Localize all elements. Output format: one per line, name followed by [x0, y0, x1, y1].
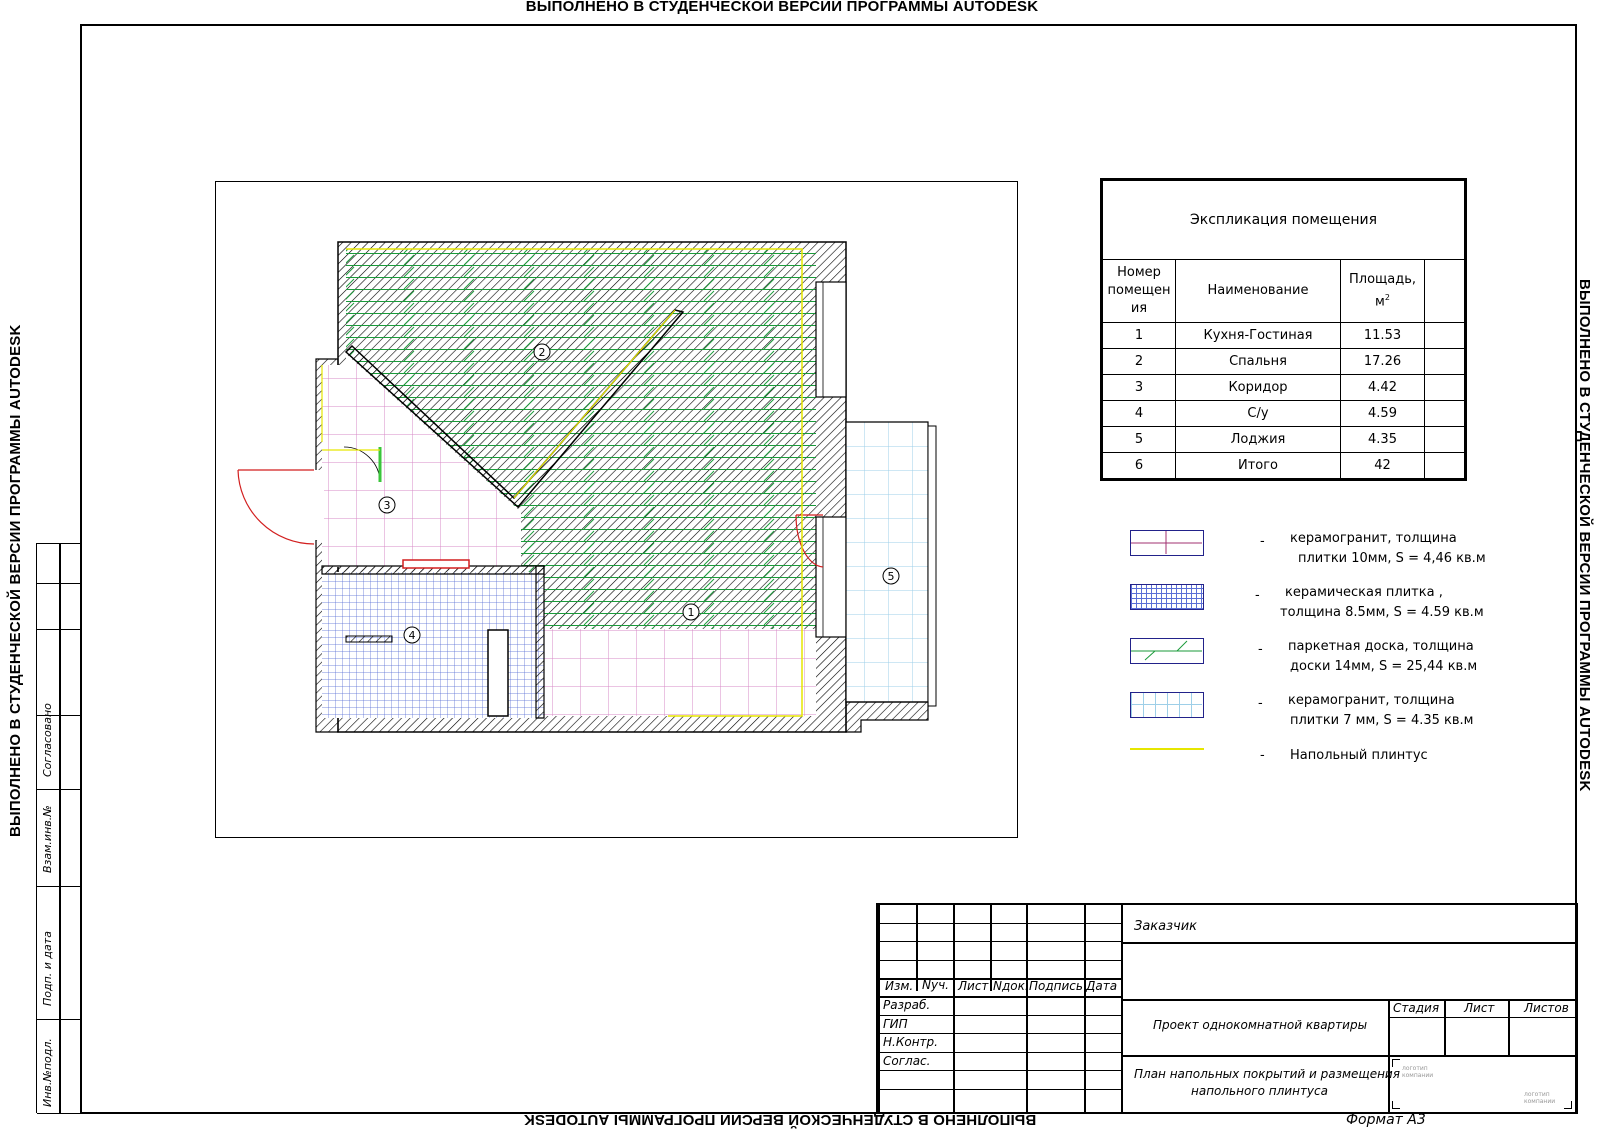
- title-block: Изм. Nуч. Лист Nдок. Подпись Дата Разраб…: [876, 903, 1578, 1114]
- explication-cell-num: 5: [1102, 426, 1176, 453]
- explication-cell-area: 42: [1340, 452, 1425, 479]
- watermark-top: ВЫПОЛНЕНО В СТУДЕНЧЕСКОЙ ВЕРСИИ ПРОГРАММ…: [525, 0, 1039, 15]
- project-name: Проект однокомнатной квартиры: [1153, 1018, 1368, 1032]
- wall-bath-inner: [345, 635, 393, 643]
- swatch-skirting: [1130, 748, 1204, 750]
- watermark-right: ВЫПОЛНЕНО В СТУДЕНЧЕСКОЙ ВЕРСИИ ПРОГРАММ…: [1576, 279, 1593, 792]
- swatch-granite-10: [1130, 530, 1204, 556]
- role-razrab: Разраб.: [883, 998, 931, 1012]
- floor-loggia: [845, 421, 929, 703]
- room-label-2: 2: [533, 343, 551, 361]
- role-gip: ГИП: [883, 1017, 908, 1031]
- room-label-3: 3: [378, 496, 396, 514]
- col-list: Лист: [958, 979, 989, 993]
- explication-cell-area: 4.59: [1340, 400, 1425, 427]
- explication-cell-name: Коридор: [1175, 374, 1341, 401]
- explication-cell-empty: [1424, 374, 1465, 401]
- explication-cell-num: 3: [1102, 374, 1176, 401]
- stamp-podp: Подп. и дата: [41, 931, 54, 1006]
- sheet-title-1: План напольных покрытий и размещения: [1134, 1067, 1400, 1081]
- explication-table: Экспликация помещения Номер помещен ия Н…: [1100, 178, 1467, 481]
- swatch-ceramic: [1130, 584, 1204, 610]
- explication-cell-name: Лоджия: [1175, 426, 1341, 453]
- role-nkontr: Н.Контр.: [883, 1035, 938, 1049]
- explication-row: 5 Лоджия 4.35: [1102, 426, 1465, 453]
- explication-cell-area: 17.26: [1340, 348, 1425, 375]
- bath-door: [402, 559, 470, 569]
- explication-title: Экспликация помещения: [1102, 180, 1465, 260]
- explication-cell-area: 4.42: [1340, 374, 1425, 401]
- floor-plan: 2 3 4 1 5: [237, 241, 937, 733]
- header-area: Площадь, м2: [1340, 259, 1425, 323]
- explication-cell-empty: [1424, 400, 1465, 427]
- header-name: Наименование: [1175, 259, 1341, 323]
- col-ndok: Nдок.: [993, 979, 1029, 993]
- svg-text:3: 3: [384, 499, 391, 512]
- explication-cell-area: 11.53: [1340, 322, 1425, 349]
- explication-row: 1 Кухня-Гостиная 11.53: [1102, 322, 1465, 349]
- explication-cell-num: 6: [1102, 452, 1176, 479]
- shaft: [487, 629, 509, 717]
- room-label-5: 5: [882, 567, 900, 585]
- header-num: Номер помещен ия: [1102, 259, 1176, 323]
- col-podpis: Подпись: [1029, 979, 1083, 993]
- stamp-inv: Инв.№подл.: [41, 1038, 54, 1107]
- explication-cell-name: Спальня: [1175, 348, 1341, 375]
- explication-row: 6 Итого 42: [1102, 452, 1465, 479]
- format-label: Формат А3: [1346, 1112, 1426, 1128]
- svg-text:2: 2: [539, 346, 546, 359]
- entrance-door-swing: [237, 469, 315, 545]
- explication-cell-name: С/у: [1175, 400, 1341, 427]
- explication-cell-num: 1: [1102, 322, 1176, 349]
- side-stamp: Согласовано Взам.инв.№ Подп. и дата Инв.…: [36, 543, 81, 1114]
- explication-cell-num: 4: [1102, 400, 1176, 427]
- swatch-granite-7: [1130, 692, 1204, 718]
- loggia-door-opening: [815, 516, 847, 638]
- explication-cell-empty: [1424, 426, 1465, 453]
- watermark-left: ВЫПОЛНЕНО В СТУДЕНЧЕСКОЙ ВЕРСИИ ПРОГРАММ…: [7, 324, 24, 837]
- col-data: Дата: [1086, 979, 1118, 993]
- sheet-title-2: напольного плинтуса: [1191, 1084, 1328, 1098]
- swatch-parquet: [1130, 638, 1204, 664]
- stamp-soglasovano: Согласовано: [41, 703, 54, 777]
- explication-cell-name: Кухня-Гостиная: [1175, 322, 1341, 349]
- col-nuch: Nуч.: [922, 978, 949, 992]
- explication-row: 2 Спальня 17.26: [1102, 348, 1465, 375]
- explication-cell-empty: [1424, 452, 1465, 479]
- explication-row: 3 Коридор 4.42: [1102, 374, 1465, 401]
- explication-row: 4 С/у 4.59: [1102, 400, 1465, 427]
- role-soglas: Соглас.: [883, 1054, 931, 1068]
- sheets-label: Листов: [1524, 1001, 1569, 1015]
- logo-placeholder: логотип компании логотип компании: [1392, 1059, 1572, 1109]
- floor-kitchen-strip: [544, 629, 816, 716]
- explication-cell-name: Итого: [1175, 452, 1341, 479]
- wall-bath-right: [535, 565, 545, 719]
- floor-bathroom: [322, 572, 544, 718]
- svg-text:4: 4: [409, 629, 416, 642]
- stage-label: Стадия: [1393, 1001, 1440, 1015]
- room-label-4: 4: [403, 626, 421, 644]
- explication-cell-area: 4.35: [1340, 426, 1425, 453]
- drawing-viewport: 2 3 4 1 5: [215, 181, 1018, 838]
- sheet-label: Лист: [1464, 1001, 1495, 1015]
- explication-cell-empty: [1424, 322, 1465, 349]
- explication-cell-num: 2: [1102, 348, 1176, 375]
- col-izm: Изм.: [885, 979, 914, 993]
- header-empty: [1424, 259, 1465, 323]
- room-label-1: 1: [682, 603, 700, 621]
- stamp-vzam: Взам.инв.№: [41, 805, 54, 873]
- window-right: [815, 281, 847, 398]
- explication-cell-empty: [1424, 348, 1465, 375]
- entrance-opening: [314, 470, 324, 540]
- svg-text:1: 1: [688, 606, 695, 619]
- customer-label: Заказчик: [1134, 919, 1198, 934]
- svg-text:5: 5: [888, 570, 895, 583]
